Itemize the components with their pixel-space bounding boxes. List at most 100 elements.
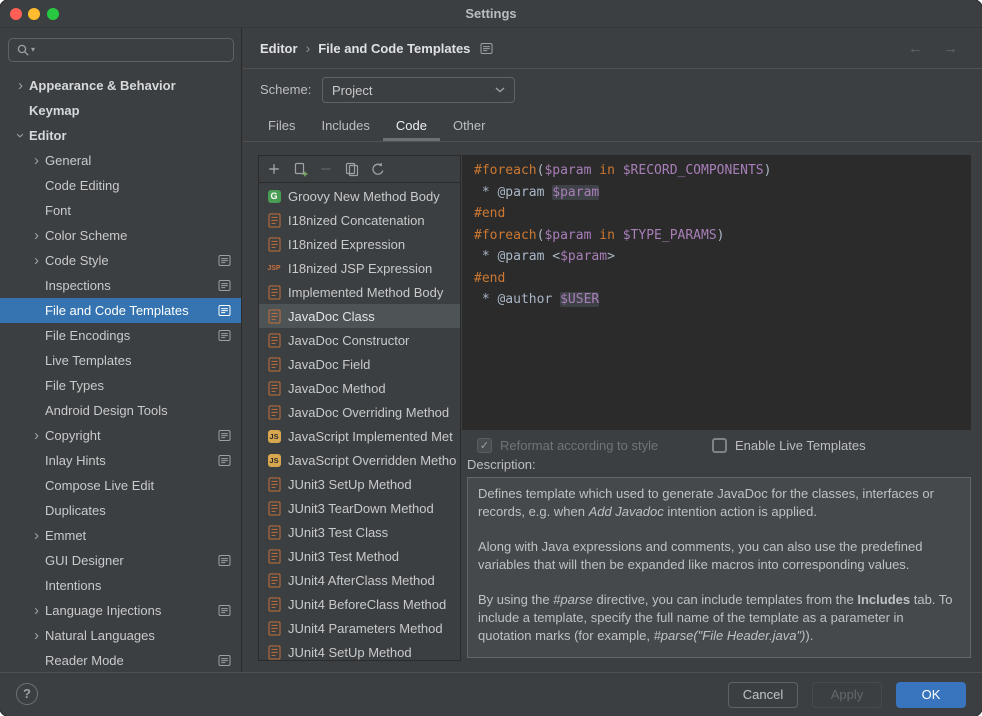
code-line: #end: [474, 203, 971, 225]
settings-search-input[interactable]: [8, 38, 234, 62]
sidebar-item-natural-languages[interactable]: ›Natural Languages: [0, 623, 241, 648]
template-item-i18nized-jsp-expression[interactable]: JSPI18nized JSP Expression: [259, 256, 460, 280]
window-title: Settings: [0, 0, 982, 28]
template-item-label: JUnit4 BeforeClass Method: [288, 597, 446, 612]
template-item-junit4-parameters-method[interactable]: JUnit4 Parameters Method: [259, 616, 460, 640]
sidebar-item-language-injections[interactable]: ›Language Injections: [0, 598, 241, 623]
back-icon[interactable]: ←: [908, 40, 923, 57]
template-item-javascript-implemented-met[interactable]: JSJavaScript Implemented Met: [259, 424, 460, 448]
sidebar-item-file-types[interactable]: File Types: [0, 373, 241, 398]
chevron-right-icon[interactable]: ›: [28, 253, 45, 268]
sidebar-item-inspections[interactable]: Inspections: [0, 273, 241, 298]
sidebar-item-android-design-tools[interactable]: Android Design Tools: [0, 398, 241, 423]
add-template-icon[interactable]: [264, 159, 284, 179]
cancel-button[interactable]: Cancel: [728, 682, 798, 708]
template-item-i18nized-concatenation[interactable]: I18nized Concatenation: [259, 208, 460, 232]
reset-template-icon[interactable]: [368, 159, 388, 179]
sidebar-item-keymap[interactable]: Keymap: [0, 98, 241, 123]
sidebar-item-live-templates[interactable]: Live Templates: [0, 348, 241, 373]
template-item-label: JavaDoc Method: [288, 381, 386, 396]
tab-code[interactable]: Code: [383, 112, 440, 141]
enable-live-templates-checkbox[interactable]: [712, 438, 727, 453]
code-token: #foreach: [474, 163, 537, 178]
tab-other[interactable]: Other: [440, 112, 499, 141]
template-item-javascript-overridden-metho[interactable]: JSJavaScript Overridden Metho: [259, 448, 460, 472]
breadcrumb-file-and-code-templates: File and Code Templates: [318, 41, 470, 56]
template-item-javadoc-class[interactable]: JavaDoc Class: [259, 304, 460, 328]
chevron-right-icon[interactable]: ›: [28, 528, 45, 543]
chevron-right-icon[interactable]: ›: [28, 428, 45, 443]
code-line: * @author $USER: [474, 289, 971, 311]
javascript-icon: JS: [266, 430, 282, 443]
template-item-label: JUnit4 AfterClass Method: [288, 573, 435, 588]
breadcrumb-editor[interactable]: Editor: [260, 41, 298, 56]
sidebar-item-code-style[interactable]: ›Code Style: [0, 248, 241, 273]
enable-live-templates-label: Enable Live Templates: [735, 438, 866, 453]
template-item-junit3-teardown-method[interactable]: JUnit3 TearDown Method: [259, 496, 460, 520]
sidebar-item-code-editing[interactable]: Code Editing: [0, 173, 241, 198]
template-item-junit4-beforeclass-method[interactable]: JUnit4 BeforeClass Method: [259, 592, 460, 616]
scheme-dropdown[interactable]: Project: [322, 77, 515, 103]
template-item-javadoc-constructor[interactable]: JavaDoc Constructor: [259, 328, 460, 352]
template-item-javadoc-method[interactable]: JavaDoc Method: [259, 376, 460, 400]
template-item-junit4-afterclass-method[interactable]: JUnit4 AfterClass Method: [259, 568, 460, 592]
sidebar-item-label: Intentions: [45, 578, 101, 593]
file-template-icon: [266, 597, 282, 612]
chevron-right-icon[interactable]: ›: [28, 153, 45, 168]
reformat-label: Reformat according to style: [500, 438, 658, 453]
template-item-junit3-setup-method[interactable]: JUnit3 SetUp Method: [259, 472, 460, 496]
help-button[interactable]: ?: [16, 683, 38, 705]
chevron-right-icon[interactable]: ›: [28, 228, 45, 243]
code-token: #foreach: [474, 228, 537, 243]
scheme-dropdown-value: Project: [332, 83, 495, 98]
sidebar-item-label: General: [45, 153, 91, 168]
file-template-icon: [266, 645, 282, 660]
sidebar-item-compose-live-edit[interactable]: Compose Live Edit: [0, 473, 241, 498]
forward-icon[interactable]: →: [943, 40, 958, 57]
chevron-down-icon[interactable]: ›: [13, 127, 28, 144]
template-editor[interactable]: #foreach($param in $RECORD_COMPONENTS) *…: [462, 155, 971, 430]
reformat-checkbox: ✓: [477, 438, 492, 453]
sidebar-item-emmet[interactable]: ›Emmet: [0, 523, 241, 548]
template-item-junit3-test-method[interactable]: JUnit3 Test Method: [259, 544, 460, 568]
template-item-label: JavaDoc Overriding Method: [288, 405, 449, 420]
tab-includes[interactable]: Includes: [308, 112, 382, 141]
sidebar-item-intentions[interactable]: Intentions: [0, 573, 241, 598]
sidebar-item-label: Copyright: [45, 428, 101, 443]
sidebar-item-gui-designer[interactable]: GUI Designer: [0, 548, 241, 573]
tab-files[interactable]: Files: [255, 112, 308, 141]
code-token: $USER: [560, 292, 599, 307]
chevron-right-icon[interactable]: ›: [12, 78, 29, 93]
search-options-caret-icon[interactable]: ▾: [31, 43, 35, 57]
template-item-i18nized-expression[interactable]: I18nized Expression: [259, 232, 460, 256]
settings-page-icon: [218, 554, 231, 567]
copy-template-icon[interactable]: [342, 159, 362, 179]
sidebar-item-inlay-hints[interactable]: Inlay Hints: [0, 448, 241, 473]
sidebar-item-label: Code Style: [45, 253, 109, 268]
chevron-right-icon[interactable]: ›: [28, 603, 45, 618]
template-item-junit4-setup-method[interactable]: JUnit4 SetUp Method: [259, 640, 460, 660]
sidebar-item-appearance-behavior[interactable]: ›Appearance & Behavior: [0, 73, 241, 98]
sidebar-item-copyright[interactable]: ›Copyright: [0, 423, 241, 448]
sidebar-item-editor[interactable]: ›Editor: [0, 123, 241, 148]
sidebar-item-reader-mode[interactable]: Reader Mode: [0, 648, 241, 672]
sidebar-item-color-scheme[interactable]: ›Color Scheme: [0, 223, 241, 248]
sidebar-item-duplicates[interactable]: Duplicates: [0, 498, 241, 523]
ok-button[interactable]: OK: [896, 682, 966, 708]
template-item-junit3-test-class[interactable]: JUnit3 Test Class: [259, 520, 460, 544]
template-item-javadoc-field[interactable]: JavaDoc Field: [259, 352, 460, 376]
chevron-down-icon: [495, 87, 505, 93]
create-child-template-icon[interactable]: [290, 159, 310, 179]
template-item-groovy-new-method-body[interactable]: GGroovy New Method Body: [259, 184, 460, 208]
sidebar-item-font[interactable]: Font: [0, 198, 241, 223]
sidebar-item-general[interactable]: ›General: [0, 148, 241, 173]
template-item-javadoc-overriding-method[interactable]: JavaDoc Overriding Method: [259, 400, 460, 424]
sidebar-item-label: File and Code Templates: [45, 303, 189, 318]
code-token: >: [607, 249, 615, 264]
settings-page-icon: [218, 429, 231, 442]
sidebar-item-file-encodings[interactable]: File Encodings: [0, 323, 241, 348]
template-item-implemented-method-body[interactable]: Implemented Method Body: [259, 280, 460, 304]
sidebar-item-file-and-code-templates[interactable]: File and Code Templates: [0, 298, 241, 323]
chevron-right-icon[interactable]: ›: [28, 628, 45, 643]
description-box[interactable]: Defines template which used to generate …: [467, 477, 971, 658]
